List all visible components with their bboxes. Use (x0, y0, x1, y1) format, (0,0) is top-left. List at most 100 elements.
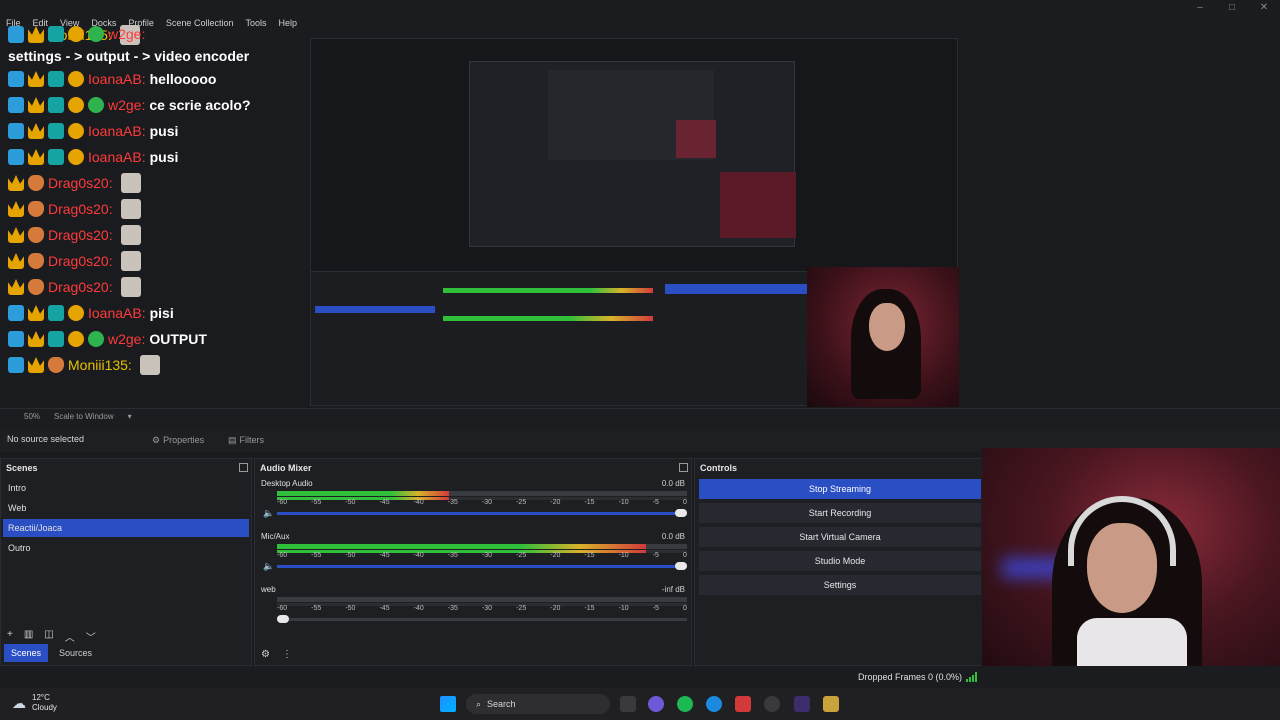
chat-username: IoanaAB: (88, 71, 146, 87)
mod-badge-icon (8, 97, 24, 113)
properties-button[interactable]: ⚙ Properties (152, 432, 204, 448)
meter-ticks: -60 -55 -50 -45 -40 -35 -30 -25 -20 -15 -10 -5 0 (277, 552, 687, 559)
dropped-frames: Dropped Frames 0 (0.0%) (858, 672, 963, 682)
filter-icon[interactable]: ◫ (44, 629, 53, 644)
channel-db: 0.0 dB (661, 532, 685, 541)
start-virtual-camera-button[interactable]: Start Virtual Camera (699, 527, 981, 547)
league-icon[interactable] (823, 696, 839, 712)
undock-icon[interactable] (679, 463, 688, 472)
sub-badge-icon (48, 331, 64, 347)
filters-button[interactable]: ▤ Filters (228, 432, 264, 448)
discord-icon[interactable] (648, 696, 664, 712)
stop-streaming-button[interactable]: Stop Streaming (699, 479, 981, 499)
chat-text: settings - > output - > video encoder (8, 48, 250, 64)
verify-badge-icon (88, 26, 104, 42)
tick-label: -20 (550, 499, 561, 506)
cat-badge-icon (28, 201, 44, 217)
mixer-channel: Mic/Aux 0.0 dB -60 -55 -50 -45 -40 -35 -30 -25 -20… (261, 532, 687, 580)
preview-bar (0, 408, 1280, 430)
crown-badge-icon (28, 123, 44, 139)
spotify-icon[interactable] (677, 696, 693, 712)
crown-badge-icon (8, 279, 24, 295)
trash-icon[interactable]: ▥ (24, 629, 33, 644)
scene-item-intro[interactable]: Intro (3, 479, 249, 497)
crown-badge-icon (28, 331, 44, 347)
scene-item-outro[interactable]: Outro (3, 539, 249, 557)
start-icon[interactable] (440, 696, 456, 712)
cat-badge-icon (48, 357, 64, 373)
scene-toolbar: + ▥ ◫ ︿ ﹀ (7, 629, 96, 644)
chevron-down-icon[interactable]: ▾ (128, 412, 132, 421)
crown-badge-icon (28, 97, 44, 113)
controls-dock: Controls Stop Streaming Start Recording … (694, 458, 984, 666)
channel-db: -inf dB (661, 585, 685, 594)
settings-button[interactable]: Settings (699, 575, 981, 595)
scale-mode[interactable]: Scale to Window (54, 412, 114, 421)
preview-canvas[interactable] (310, 38, 959, 407)
emote-icon (120, 173, 141, 193)
tick-label: 0 (682, 552, 687, 559)
coin-badge-icon (68, 26, 84, 42)
scenes-dock: Scenes Intro Web Reactii/Joaca Outro + ▥… (0, 458, 252, 666)
studio-mode-button[interactable]: Studio Mode (699, 551, 981, 571)
start-recording-button[interactable]: Start Recording (699, 503, 981, 523)
tick-label: -60 (277, 552, 288, 559)
chevron-down-icon[interactable]: ﹀ (86, 629, 96, 644)
search-icon: ⌕ (476, 698, 482, 709)
volume-slider[interactable] (277, 562, 687, 570)
tab-scenes[interactable]: Scenes (4, 644, 49, 662)
tab-sources[interactable]: Sources (52, 644, 99, 662)
close-icon[interactable]: ✕ (1254, 2, 1274, 14)
scenes-title: Scenes (6, 463, 38, 473)
chat-message: w2ge: ce scrie acolo? (8, 94, 251, 116)
tick-label: -5 (652, 499, 659, 506)
speaker-icon[interactable]: 🔈 (263, 561, 274, 572)
maximize-icon[interactable]: □ (1222, 2, 1242, 14)
volume-slider[interactable] (277, 509, 687, 517)
cat-badge-icon (28, 279, 44, 295)
filter-icon: ▤ (228, 434, 237, 445)
zoom-level[interactable]: 50% (24, 412, 40, 421)
weather-widget[interactable]: ☁ 12°C Cloudy (12, 693, 57, 713)
app-red-icon[interactable] (735, 696, 751, 712)
coin-badge-icon (68, 97, 84, 113)
task-view-icon[interactable] (620, 696, 636, 712)
search-label: Search (487, 699, 516, 709)
chevron-up-icon[interactable]: ︿ (65, 629, 75, 644)
edge-icon[interactable] (706, 696, 722, 712)
speaker-icon[interactable]: 🔈 (263, 508, 274, 519)
chat-username: IoanaAB: (88, 305, 146, 321)
chat-username: w2ge: (108, 97, 146, 113)
coin-badge-icon (68, 71, 84, 87)
more-icon[interactable]: ⋮ (282, 649, 292, 660)
minimize-icon[interactable]: – (1190, 2, 1210, 14)
chat-message: IoanaAB: pusi (8, 146, 178, 168)
tick-label: -10 (618, 605, 629, 612)
add-icon[interactable]: + (7, 629, 13, 644)
nested-chat-overlay (311, 39, 471, 229)
tick-label: -50 (345, 499, 356, 506)
gear-icon[interactable]: ⚙ (261, 649, 270, 660)
mixer-channel: Desktop Audio 0.0 dB -60 -55 -50 -45 -40 -35 -30… (261, 479, 687, 527)
scene-item-reactii-joaca[interactable]: Reactii/Joaca (3, 519, 249, 537)
crown-badge-icon (28, 26, 44, 42)
emote-icon (120, 225, 141, 245)
undock-icon[interactable] (239, 463, 248, 472)
tick-label: -60 (277, 605, 288, 612)
tick-label: -5 (652, 605, 659, 612)
mod-badge-icon (8, 305, 24, 321)
tick-label: -45 (379, 499, 390, 506)
chat-text: pusi (149, 149, 179, 165)
channel-name: Mic/Aux (261, 532, 290, 541)
search-box[interactable]: ⌕ Search (466, 694, 610, 714)
tick-label: -25 (516, 499, 527, 506)
coin-badge-icon (68, 123, 84, 139)
tick-label: -30 (481, 605, 493, 612)
obs-icon[interactable] (764, 696, 780, 712)
tick-label: -15 (584, 552, 595, 559)
tick-label: -55 (311, 499, 322, 506)
tick-label: -20 (550, 552, 561, 559)
volume-slider[interactable] (277, 615, 687, 623)
app-purple-icon[interactable] (794, 696, 810, 712)
scene-item-web[interactable]: Web (3, 499, 249, 517)
